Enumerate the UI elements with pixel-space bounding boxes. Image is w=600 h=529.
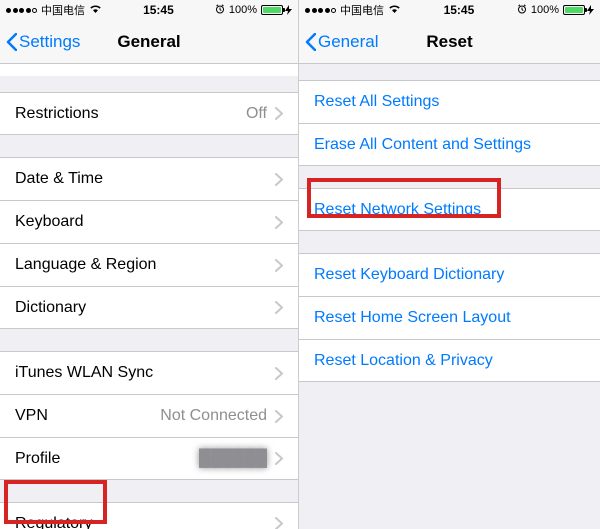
alarm-icon	[517, 4, 527, 17]
row-label: iTunes WLAN Sync	[15, 364, 275, 382]
chevron-right-icon	[275, 452, 283, 465]
wifi-icon	[388, 4, 401, 16]
row-reset-keyboard[interactable]: Reset Keyboard Dictionary	[299, 253, 600, 296]
chevron-right-icon	[275, 410, 283, 423]
row-label: Keyboard	[15, 213, 275, 231]
row-profile[interactable]: Profile ██████	[0, 437, 298, 480]
row-reset-network[interactable]: Reset Network Settings	[299, 188, 600, 231]
alarm-icon	[215, 4, 225, 17]
status-bar: 中国电信 15:45 100%	[0, 0, 298, 20]
row-label: Dictionary	[15, 299, 275, 317]
group-regulatory: Regulatory	[0, 502, 298, 529]
partial-row	[0, 64, 298, 76]
row-datetime[interactable]: Date & Time	[0, 157, 298, 200]
row-label: Language & Region	[15, 256, 275, 274]
row-label: Regulatory	[15, 515, 275, 529]
group-reset-main: Reset All Settings Erase All Content and…	[299, 80, 600, 166]
charging-icon	[587, 5, 594, 15]
chevron-right-icon	[275, 259, 283, 272]
row-dictionary[interactable]: Dictionary	[0, 286, 298, 329]
row-label: Erase All Content and Settings	[314, 136, 585, 154]
chevron-right-icon	[275, 107, 283, 120]
status-time: 15:45	[444, 3, 475, 17]
row-keyboard[interactable]: Keyboard	[0, 200, 298, 243]
carrier-label: 中国电信	[41, 2, 85, 18]
chevron-left-icon	[305, 33, 316, 51]
group-network: iTunes WLAN Sync VPN Not Connected Profi…	[0, 351, 298, 480]
battery-percent: 100%	[229, 4, 257, 16]
row-label: Reset Network Settings	[314, 201, 585, 219]
wifi-icon	[89, 4, 102, 16]
row-label: Reset Keyboard Dictionary	[314, 266, 585, 284]
signal-dots-icon	[305, 8, 336, 13]
group-reset-other: Reset Keyboard Dictionary Reset Home Scr…	[299, 253, 600, 382]
row-reset-home[interactable]: Reset Home Screen Layout	[299, 296, 600, 339]
chevron-right-icon	[275, 301, 283, 314]
group-reset-network: Reset Network Settings	[299, 188, 600, 231]
nav-bar: Settings General	[0, 20, 298, 64]
chevron-left-icon	[6, 33, 17, 51]
row-label: VPN	[15, 407, 160, 425]
row-label: Reset All Settings	[314, 93, 585, 111]
screen-reset: 中国电信 15:45 100% General Reset	[299, 0, 600, 529]
row-value: Not Connected	[160, 407, 267, 425]
group-restrictions: Restrictions Off	[0, 92, 298, 135]
chevron-right-icon	[275, 517, 283, 529]
carrier-label: 中国电信	[340, 2, 384, 18]
row-label: Reset Home Screen Layout	[314, 309, 585, 327]
back-button[interactable]: General	[299, 32, 378, 52]
chevron-right-icon	[275, 367, 283, 380]
back-label: Settings	[19, 32, 80, 52]
row-value: ██████	[199, 450, 267, 468]
screen-general: 中国电信 15:45 100% Settings General	[0, 0, 299, 529]
row-erase-all[interactable]: Erase All Content and Settings	[299, 123, 600, 166]
chevron-right-icon	[275, 216, 283, 229]
back-label: General	[318, 32, 378, 52]
row-reset-all[interactable]: Reset All Settings	[299, 80, 600, 123]
battery-icon	[261, 5, 283, 15]
status-bar: 中国电信 15:45 100%	[299, 0, 600, 20]
signal-dots-icon	[6, 8, 37, 13]
group-localization: Date & Time Keyboard Language & Region D…	[0, 157, 298, 329]
row-regulatory[interactable]: Regulatory	[0, 502, 298, 529]
row-label: Restrictions	[15, 105, 246, 123]
row-itunes[interactable]: iTunes WLAN Sync	[0, 351, 298, 394]
nav-bar: General Reset	[299, 20, 600, 64]
battery-icon	[563, 5, 585, 15]
row-langregion[interactable]: Language & Region	[0, 243, 298, 286]
status-time: 15:45	[143, 3, 174, 17]
charging-icon	[285, 5, 292, 15]
row-label: Date & Time	[15, 170, 275, 188]
back-button[interactable]: Settings	[0, 32, 80, 52]
row-vpn[interactable]: VPN Not Connected	[0, 394, 298, 437]
row-restrictions[interactable]: Restrictions Off	[0, 92, 298, 135]
row-value: Off	[246, 105, 267, 123]
battery-percent: 100%	[531, 4, 559, 16]
row-label: Profile	[15, 450, 199, 468]
chevron-right-icon	[275, 173, 283, 186]
row-label: Reset Location & Privacy	[314, 352, 585, 370]
row-reset-location[interactable]: Reset Location & Privacy	[299, 339, 600, 382]
